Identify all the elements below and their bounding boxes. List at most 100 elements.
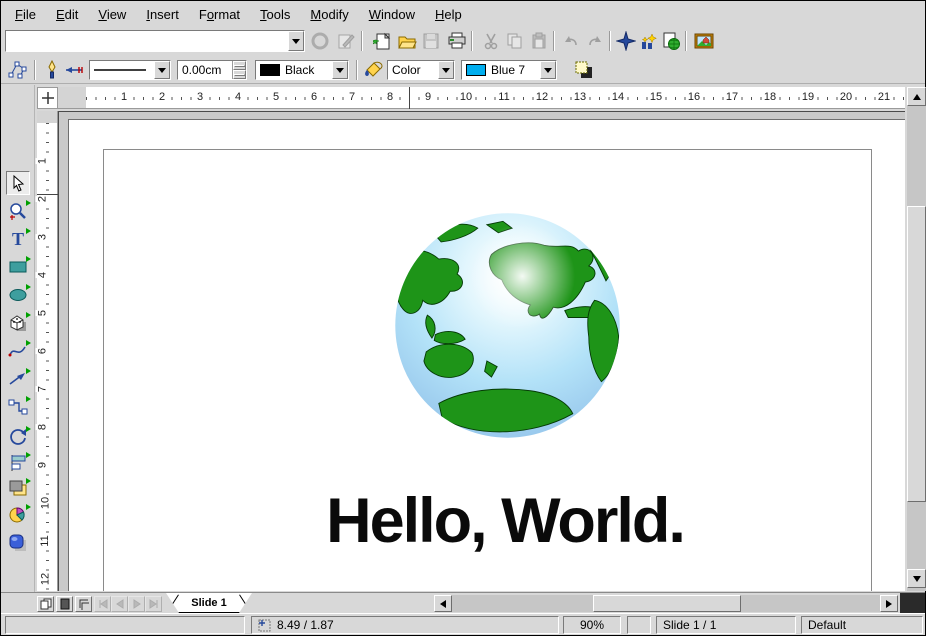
globe-image[interactable] (393, 211, 622, 440)
chevron-up-icon (234, 65, 245, 67)
vertical-scrollbar[interactable] (907, 87, 926, 591)
v-ruler-number: 3 (36, 234, 51, 240)
shadow-icon[interactable] (573, 59, 595, 81)
fill-color-select[interactable]: Blue 7 (461, 60, 557, 80)
menu-edit[interactable]: Edit (46, 4, 88, 25)
redo-icon (584, 30, 606, 52)
h-ruler-number: 3 (196, 90, 204, 105)
fill-type-dropdown-button[interactable] (438, 61, 454, 79)
slide-page[interactable]: Hello, World. (68, 119, 905, 591)
ruler-margin-zone (37, 111, 57, 123)
new-document-icon[interactable] (372, 30, 394, 52)
menu-format[interactable]: Format (189, 4, 250, 25)
line-style-select[interactable] (89, 60, 171, 80)
ruler-origin-button[interactable] (37, 87, 58, 109)
edit-points-icon[interactable] (7, 59, 29, 81)
rotate-icon[interactable] (6, 425, 30, 449)
slide-title-text[interactable]: Hello, World. (326, 485, 684, 557)
menu-help[interactable]: Help (425, 4, 472, 25)
scroll-up-button[interactable] (907, 87, 926, 106)
menu-insert[interactable]: Insert (136, 4, 189, 25)
spin-up-button[interactable] (233, 61, 246, 70)
menu-file[interactable]: File (5, 4, 46, 25)
line-color-label: Black (285, 63, 314, 77)
insert-icon[interactable] (6, 503, 30, 527)
print-icon[interactable] (446, 30, 468, 52)
line-arrow-icon[interactable] (6, 367, 30, 391)
zoom-panel[interactable]: 90% (563, 616, 621, 634)
layer-view-button[interactable] (75, 596, 92, 612)
separator (685, 31, 687, 51)
flyout-indicator (26, 200, 31, 206)
arrow-style-icon[interactable] (63, 59, 85, 81)
navigator-icon[interactable] (615, 30, 637, 52)
ruler-margin-zone (58, 87, 86, 108)
h-ruler-number: 16 (687, 90, 701, 105)
line-width-value[interactable]: 0.00cm (178, 61, 232, 79)
spin-down-button[interactable] (233, 70, 246, 79)
triangle-down-icon (913, 576, 921, 582)
triangle-right-icon (886, 600, 892, 608)
line-style-dropdown-button[interactable] (154, 61, 170, 79)
drawing-canvas[interactable]: Hello, World. (58, 111, 905, 591)
arrange-icon[interactable] (6, 477, 30, 501)
scroll-left-button[interactable] (434, 595, 452, 612)
h-ruler-number: 6 (310, 90, 318, 105)
cursor-position-panel[interactable]: 8.49 / 1.87 (251, 616, 559, 634)
url-input[interactable] (6, 31, 288, 51)
page-style-panel[interactable]: Default (801, 616, 923, 634)
rectangle-icon[interactable] (6, 255, 30, 279)
next-page-button[interactable] (128, 596, 145, 612)
page-tab-slide-1[interactable]: Slide 1 (166, 593, 252, 613)
h-ruler-number: 15 (649, 90, 663, 105)
line-dialog-icon[interactable] (41, 59, 63, 81)
previous-page-button[interactable] (111, 596, 128, 612)
line-width-spinner[interactable]: 0.00cm (177, 60, 247, 80)
fill-color-dropdown-button[interactable] (540, 61, 556, 79)
zoom-tool-icon[interactable] (6, 199, 30, 223)
fill-type-value[interactable]: Color (388, 61, 438, 79)
horizontal-scrollbar[interactable] (452, 595, 880, 612)
last-page-button[interactable] (145, 596, 162, 612)
ellipse-icon[interactable] (6, 283, 30, 307)
master-view-button[interactable] (56, 596, 73, 612)
scroll-right-button[interactable] (880, 595, 898, 612)
menu-window[interactable]: Window (359, 4, 425, 25)
first-page-button[interactable] (94, 596, 111, 612)
v-ruler-number: 10 (39, 497, 54, 509)
chevron-down-icon (336, 68, 344, 73)
url-combobox[interactable] (5, 30, 305, 52)
horizontal-ruler[interactable]: 123456789101112131415161718192021 (58, 87, 905, 109)
flyout-indicator (26, 368, 31, 374)
line-color-swatch (260, 64, 280, 76)
objects-3d-icon[interactable] (6, 311, 30, 335)
text-icon[interactable]: T (6, 227, 30, 251)
h-ruler-number: 13 (573, 90, 587, 105)
scroll-down-button[interactable] (907, 569, 926, 588)
effects-icon[interactable] (6, 531, 30, 555)
line-color-select[interactable]: Black (255, 60, 349, 80)
menu-modify[interactable]: Modify (300, 4, 358, 25)
hyperlink-icon[interactable] (660, 30, 682, 52)
page-style-value: Default (808, 618, 846, 632)
select-icon[interactable] (6, 171, 30, 195)
fill-type-select[interactable]: Color (387, 60, 455, 80)
menu-tools[interactable]: Tools (250, 4, 300, 25)
area-dialog-icon[interactable] (362, 59, 384, 81)
gallery-icon[interactable] (693, 30, 715, 52)
slide-indicator-panel[interactable]: Slide 1 / 1 (656, 616, 796, 634)
line-color-dropdown-button[interactable] (332, 61, 348, 79)
open-icon[interactable] (396, 30, 418, 52)
vertical-ruler[interactable]: 123456789101112 (37, 111, 58, 591)
alignment-icon[interactable] (6, 451, 30, 475)
url-dropdown-button[interactable] (288, 31, 304, 51)
zoom-value: 90% (580, 618, 604, 632)
slide-view-button[interactable] (37, 596, 54, 612)
connector-icon[interactable] (6, 395, 30, 419)
separator (609, 31, 611, 51)
curve-icon[interactable] (6, 339, 30, 363)
horizontal-scroll-thumb[interactable] (593, 595, 741, 612)
menu-view[interactable]: View (88, 4, 136, 25)
vertical-scroll-thumb[interactable] (907, 206, 926, 502)
zoom-icon[interactable] (638, 30, 660, 52)
